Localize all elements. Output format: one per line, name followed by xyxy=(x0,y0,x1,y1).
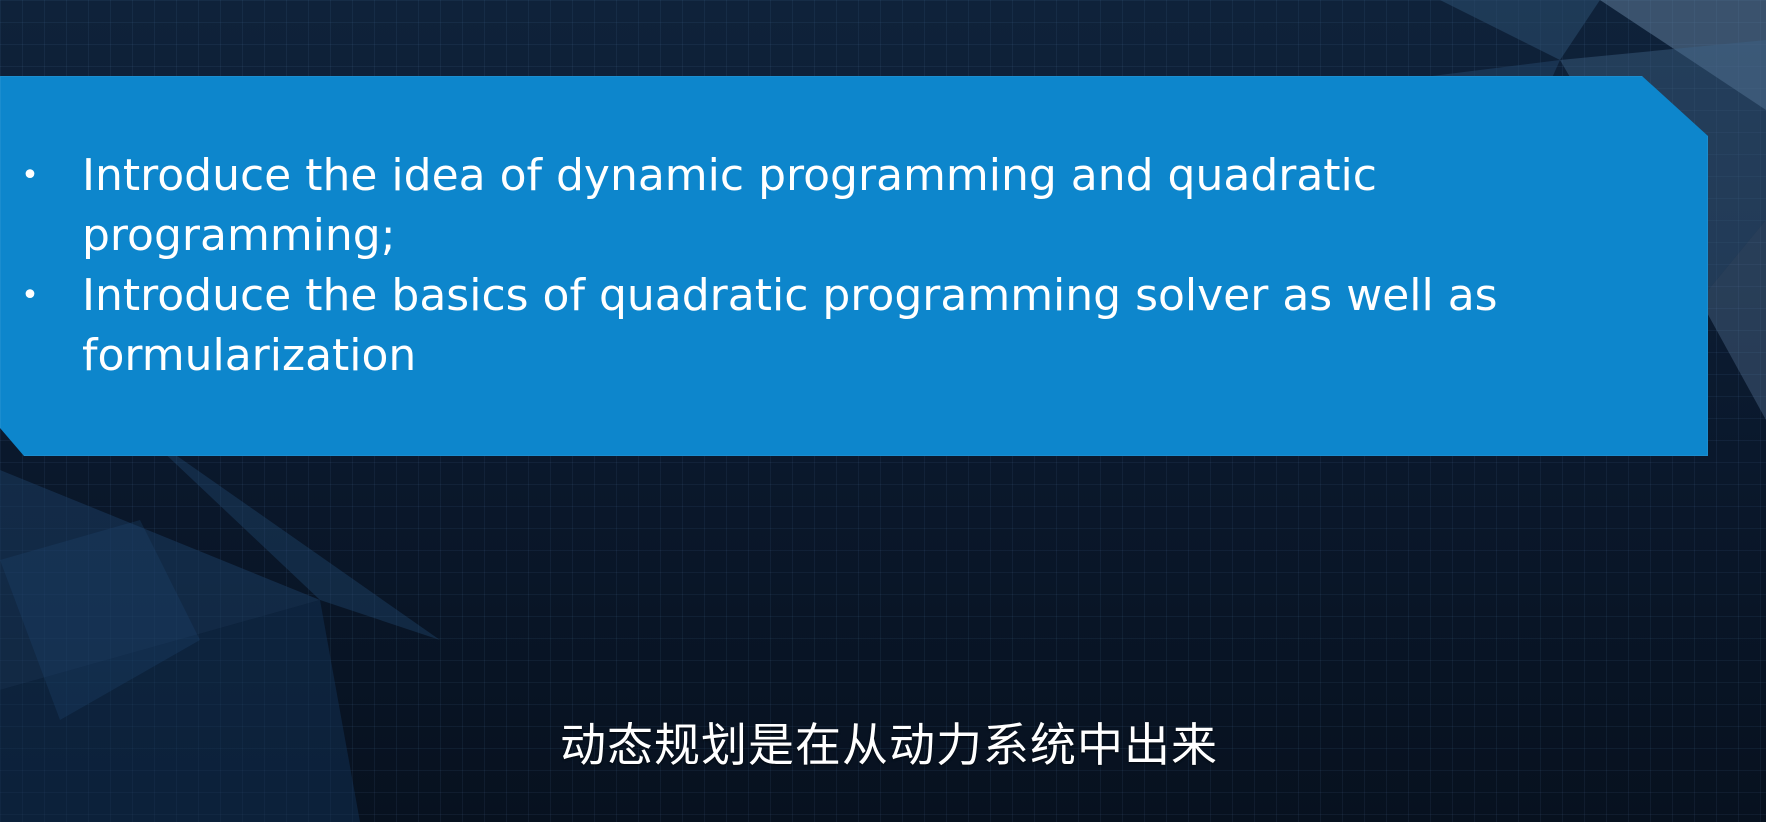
content-panel: • Introduce the idea of dynamic programm… xyxy=(0,76,1708,456)
bullet-list: • Introduce the idea of dynamic programm… xyxy=(0,146,1680,386)
video-subtitle: 动态规划是在从动力系统中出来 xyxy=(560,718,1218,772)
triangle-top-right-1 xyxy=(1440,0,1600,60)
bullet-text: Introduce the basics of quadratic progra… xyxy=(82,270,1498,381)
bullet-item: • Introduce the idea of dynamic programm… xyxy=(0,146,1680,266)
bullet-item: • Introduce the basics of quadratic prog… xyxy=(0,266,1680,386)
bullet-text: Introduce the idea of dynamic programmin… xyxy=(82,150,1377,261)
presentation-slide: • Introduce the idea of dynamic programm… xyxy=(0,0,1766,822)
bullet-dot-icon: • xyxy=(21,158,39,193)
bullet-dot-icon: • xyxy=(21,278,39,313)
